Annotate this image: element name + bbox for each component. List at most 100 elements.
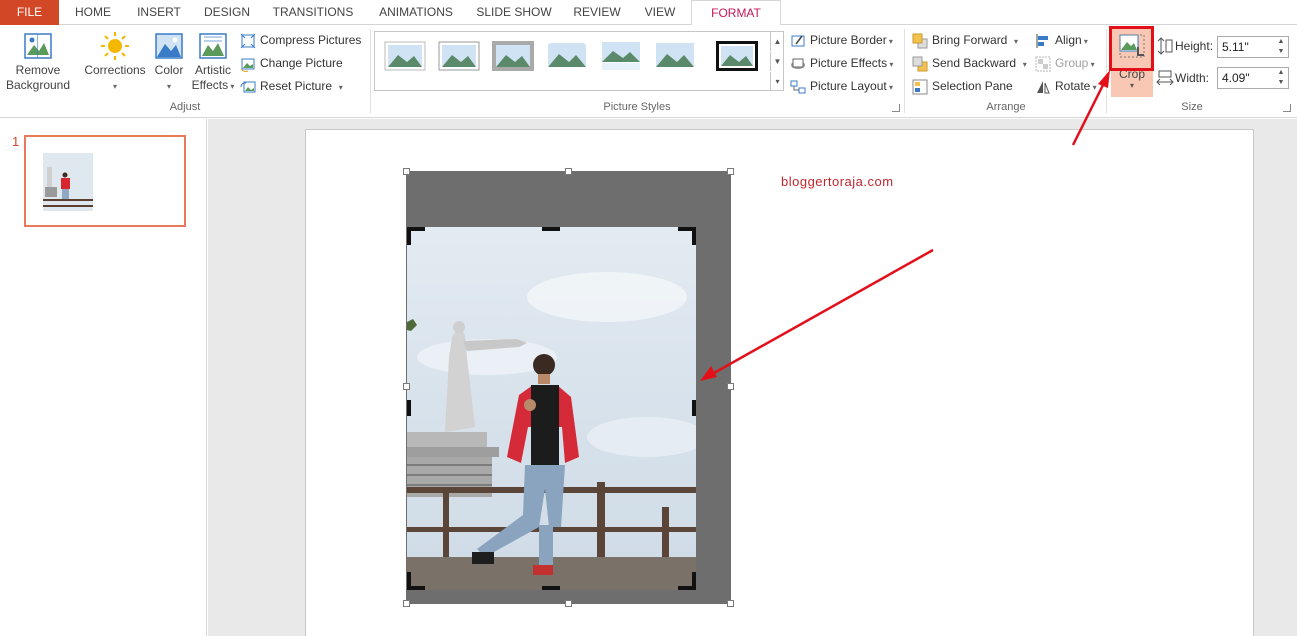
gallery-scroll-up-icon[interactable]: ▲: [770, 32, 784, 51]
crop-handle-bottom[interactable]: [542, 586, 560, 590]
tab-insert[interactable]: INSERT: [128, 0, 190, 25]
resize-handle[interactable]: [727, 600, 734, 607]
align-icon: [1036, 33, 1048, 48]
color-label: Color: [154, 63, 184, 77]
picture-layout-button[interactable]: Picture Layout ▾: [790, 76, 893, 96]
resize-handle[interactable]: [565, 600, 572, 607]
compress-icon: [240, 33, 256, 49]
artistic-effects-dropdown-icon: ▾: [228, 82, 235, 91]
height-label: Height:: [1175, 39, 1214, 53]
remove-background-icon: [24, 33, 52, 59]
crop-handle-top[interactable]: [542, 227, 560, 231]
resize-handle[interactable]: [565, 168, 572, 175]
height-input[interactable]: 5.11" ▲ ▼: [1217, 36, 1289, 58]
picture-style-thumbnail[interactable]: [715, 40, 759, 72]
size-launcher-icon[interactable]: [1283, 104, 1291, 112]
reset-picture-dropdown-icon: ▾: [332, 83, 343, 92]
ribbon-tab-bar: FILE HOME INSERT DESIGN TRANSITIONS ANIM…: [0, 0, 1297, 26]
send-backward-button[interactable]: Send Backward ▾: [912, 53, 1027, 73]
reset-picture-icon: [240, 81, 256, 93]
crop-handle-left[interactable]: [407, 400, 411, 416]
picture-styles-launcher-icon[interactable]: [892, 104, 900, 112]
group-separator: [370, 29, 371, 113]
selection-pane-button[interactable]: Selection Pane: [912, 76, 1013, 96]
tab-home[interactable]: HOME: [64, 0, 122, 25]
group-icon: [1035, 56, 1051, 72]
align-label: Align: [1055, 33, 1082, 47]
slide-thumbnail-pane: 1: [0, 119, 207, 636]
tab-slide-show[interactable]: SLIDE SHOW: [470, 0, 558, 25]
height-spin-down-icon[interactable]: ▼: [1276, 47, 1286, 57]
picture-style-thumbnail[interactable]: [437, 40, 481, 72]
resize-handle[interactable]: [403, 600, 410, 607]
change-picture-button[interactable]: Change Picture: [240, 53, 343, 73]
compress-pictures-label: Compress Pictures: [260, 33, 362, 47]
rotate-button[interactable]: Rotate ▾: [1035, 76, 1097, 96]
slide-number: 1: [12, 134, 20, 149]
compress-pictures-button[interactable]: Compress Pictures: [240, 30, 361, 50]
tab-file[interactable]: FILE: [0, 0, 59, 25]
corrections-button[interactable]: Corrections ▾: [82, 31, 148, 94]
artistic-effects-label-2: Effects: [191, 78, 229, 92]
tab-review[interactable]: REVIEW: [564, 0, 630, 25]
picture-layout-label: Picture Layout: [810, 79, 887, 93]
align-button[interactable]: Align ▾: [1035, 30, 1088, 50]
gallery-more-icon[interactable]: ▾: [770, 72, 784, 91]
slide-thumbnail[interactable]: [24, 135, 186, 227]
picture-style-thumbnail[interactable]: [383, 40, 427, 72]
color-button[interactable]: Color ▾: [150, 31, 188, 94]
reset-picture-button[interactable]: Reset Picture ▾: [240, 76, 343, 96]
picture-style-thumbnail[interactable]: [545, 40, 589, 72]
align-dropdown-icon: ▾: [1081, 37, 1088, 46]
width-spin-up-icon[interactable]: ▲: [1276, 68, 1286, 78]
picture-effects-button[interactable]: Picture Effects ▾: [790, 53, 893, 73]
picture-border-button[interactable]: Picture Border ▾: [790, 30, 893, 50]
gallery-scroll-down-icon[interactable]: ▼: [770, 52, 784, 71]
resize-handle[interactable]: [403, 168, 410, 175]
corrections-dropdown-icon: ▾: [112, 82, 117, 91]
resize-handle[interactable]: [727, 383, 734, 390]
crop-dropdown-icon: ▾: [1129, 81, 1134, 90]
width-input[interactable]: 4.09" ▲ ▼: [1217, 67, 1289, 89]
tab-animations[interactable]: ANIMATIONS: [368, 0, 464, 25]
send-backward-label: Send Backward: [932, 56, 1017, 70]
artistic-effects-label-1: Artistic: [195, 63, 231, 77]
arrange-group-label: Arrange: [986, 101, 1026, 113]
resize-handle[interactable]: [403, 383, 410, 390]
slide-thumbnail-picture: [43, 153, 93, 211]
selected-picture[interactable]: [407, 227, 696, 590]
height-value: 5.11": [1222, 40, 1249, 54]
ribbon: Remove Background Corrections ▾ Color ▾: [0, 25, 1297, 118]
watermark-text: bloggertoraja.com: [781, 174, 894, 189]
remove-background-button[interactable]: Remove Background: [4, 31, 72, 93]
adjust-group-label: Adjust: [169, 101, 201, 113]
corrections-label: Corrections: [84, 63, 146, 77]
group-button[interactable]: Group ▾: [1035, 53, 1095, 73]
height-spin-up-icon[interactable]: ▲: [1276, 37, 1286, 47]
tab-design[interactable]: DESIGN: [196, 0, 258, 25]
picture-border-dropdown-icon: ▾: [886, 37, 893, 46]
width-spin-down-icon[interactable]: ▼: [1276, 78, 1286, 88]
picture-style-thumbnail[interactable]: [491, 40, 535, 72]
picture-border-label: Picture Border: [810, 33, 887, 47]
bring-forward-label: Bring Forward: [932, 33, 1008, 47]
resize-handle[interactable]: [727, 168, 734, 175]
change-picture-label: Change Picture: [260, 56, 343, 70]
picture-styles-group-label: Picture Styles: [603, 101, 671, 113]
crop-handle-right[interactable]: [692, 400, 696, 416]
remove-background-label-1: Remove: [15, 63, 61, 77]
color-picture-icon: [155, 33, 183, 59]
photo-content: [407, 227, 696, 590]
bring-forward-button[interactable]: Bring Forward ▾: [912, 30, 1018, 50]
tab-format[interactable]: FORMAT: [691, 0, 781, 26]
tab-view[interactable]: VIEW: [636, 0, 684, 25]
picture-layout-icon: [790, 80, 806, 94]
picture-effects-dropdown-icon: ▾: [887, 60, 894, 69]
remove-background-label-2: Background: [5, 78, 71, 92]
sun-icon: [101, 32, 129, 60]
picture-style-thumbnail[interactable]: [653, 40, 697, 72]
picture-effects-icon: [791, 58, 805, 69]
picture-style-thumbnail[interactable]: [599, 40, 643, 72]
artistic-effects-button[interactable]: Artistic Effects ▾: [190, 31, 236, 94]
tab-transitions[interactable]: TRANSITIONS: [264, 0, 362, 25]
